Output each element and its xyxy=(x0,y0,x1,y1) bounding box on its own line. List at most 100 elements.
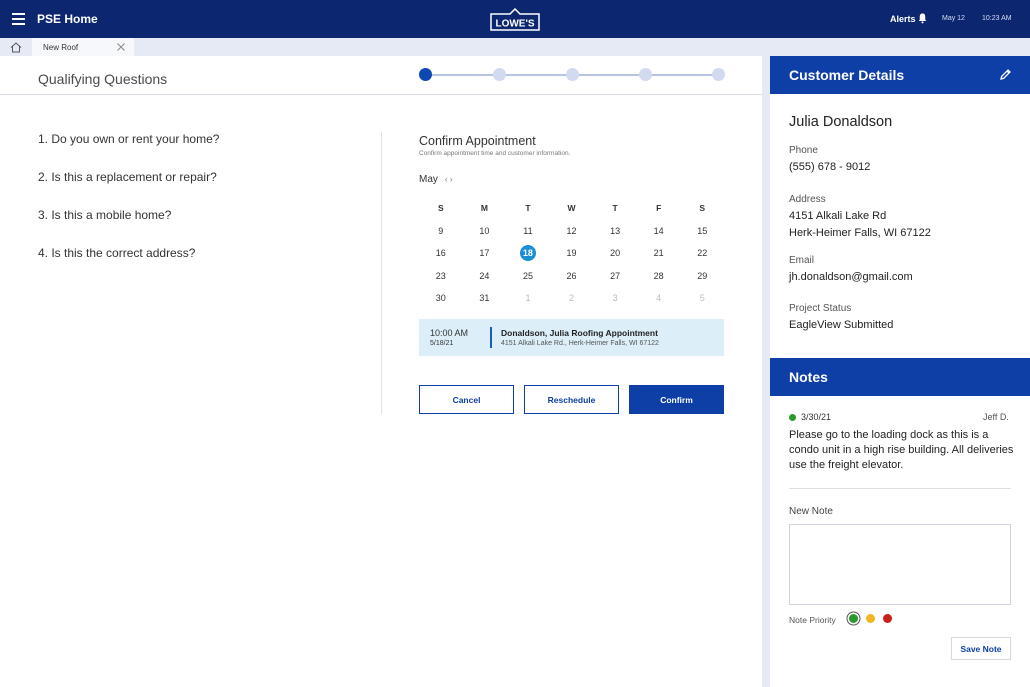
project-status-value: EagleView Submitted xyxy=(789,319,894,331)
calendar-day[interactable]: 20 xyxy=(593,242,637,265)
new-note-textarea[interactable] xyxy=(789,524,1011,605)
calendar-day[interactable]: 17 xyxy=(463,242,507,265)
tab-new-roof[interactable]: New Roof xyxy=(32,38,134,56)
customer-details-title: Customer Details xyxy=(789,67,905,83)
priority-red-radio[interactable] xyxy=(883,614,892,623)
calendar-day[interactable]: 29 xyxy=(680,265,724,288)
current-date: May 12 xyxy=(942,15,965,22)
appointment-card-accent xyxy=(490,327,492,348)
step-5-dot[interactable] xyxy=(712,68,725,81)
step-connector xyxy=(505,74,567,76)
calendar-week: 23 24 25 26 27 28 29 xyxy=(419,265,724,288)
calendar-week: 9 10 11 12 13 14 15 xyxy=(419,220,724,243)
step-3-dot[interactable] xyxy=(566,68,579,81)
phone-label: Phone xyxy=(789,145,818,156)
appointment-name: Donaldson, Julia Roofing Appointment xyxy=(501,328,658,338)
email-value[interactable]: jh.donaldson@gmail.com xyxy=(789,269,913,286)
appointment-time: 10:00 AM xyxy=(430,328,469,338)
weekday-label: M xyxy=(480,203,488,213)
appointment-address: 4151 Alkali Lake Rd., Herk-Heimer Falls,… xyxy=(501,340,659,347)
notes-divider xyxy=(789,488,1011,489)
home-tab[interactable] xyxy=(0,38,32,56)
address-line2: Herk-Heimer Falls, WI 67122 xyxy=(789,227,931,239)
calendar-day[interactable]: 10 xyxy=(463,220,507,243)
calendar-day[interactable]: 13 xyxy=(593,220,637,243)
weekday-label: S xyxy=(699,203,706,213)
confirm-appointment-panel: Confirm Appointment Confirm appointment … xyxy=(419,134,724,414)
weekday-label: W xyxy=(567,203,576,213)
page-title: Qualifying Questions xyxy=(38,71,168,87)
main-content: Qualifying Questions 1. Do you own or re… xyxy=(0,56,762,687)
phone-value[interactable]: (555) 678 - 9012 xyxy=(789,159,870,176)
calendar-day[interactable]: 16 xyxy=(419,242,463,265)
bell-icon[interactable] xyxy=(917,12,928,24)
calendar-day[interactable]: 11 xyxy=(506,220,550,243)
calendar-day[interactable]: 28 xyxy=(637,265,681,288)
question-item[interactable]: 3. Is this a mobile home? xyxy=(38,208,219,246)
weekday-label: S xyxy=(437,203,444,213)
calendar-day[interactable]: 19 xyxy=(550,242,594,265)
main-header: Qualifying Questions xyxy=(0,56,762,95)
calendar-day[interactable]: 27 xyxy=(593,265,637,288)
calendar-day[interactable]: 26 xyxy=(550,265,594,288)
question-item[interactable]: 2. Is this a replacement or repair? xyxy=(38,170,219,208)
note-priority-label: Note Priority xyxy=(789,615,836,625)
confirm-button[interactable]: Confirm xyxy=(629,385,724,414)
chevron-left-icon[interactable]: ‹ xyxy=(445,174,448,184)
calendar-day[interactable]: 23 xyxy=(419,265,463,288)
calendar-day[interactable]: 24 xyxy=(463,265,507,288)
step-connector xyxy=(578,74,640,76)
step-2-dot[interactable] xyxy=(493,68,506,81)
calendar-day[interactable]: 22 xyxy=(680,242,724,265)
weekday-header-row: S M T W T F S xyxy=(419,197,724,220)
notes-title: Notes xyxy=(789,369,828,385)
note-priority-dot xyxy=(789,414,796,421)
calendar-day[interactable]: 30 xyxy=(419,287,463,310)
app-title: PSE Home xyxy=(37,12,98,26)
customer-details-header: Customer Details xyxy=(770,56,1030,94)
step-connector xyxy=(651,74,713,76)
email-label: Email xyxy=(789,255,815,266)
calendar-day[interactable]: 31 xyxy=(463,287,507,310)
customer-side-panel: Customer Details Julia Donaldson Phone (… xyxy=(770,56,1030,687)
question-item[interactable]: 1. Do you own or rent your home? xyxy=(38,132,219,170)
weekday-label: F xyxy=(656,203,662,213)
hamburger-icon[interactable] xyxy=(12,13,25,25)
selected-day-label: 18 xyxy=(519,245,536,262)
customer-name: Julia Donaldson xyxy=(789,114,893,130)
reschedule-button[interactable]: Reschedule xyxy=(524,385,619,414)
appointment-date: 5/18/21 xyxy=(430,340,454,347)
alerts-label[interactable]: Alerts xyxy=(890,14,916,24)
calendar-day[interactable]: 14 xyxy=(637,220,681,243)
home-icon xyxy=(10,41,22,52)
calendar-day[interactable]: 25 xyxy=(506,265,550,288)
step-4-dot[interactable] xyxy=(639,68,652,81)
priority-green-radio[interactable] xyxy=(849,614,858,623)
month-label: May xyxy=(419,174,438,185)
calendar-day[interactable]: 9 xyxy=(419,220,463,243)
project-status-label: Project Status xyxy=(789,303,852,314)
close-icon[interactable] xyxy=(116,42,126,52)
current-time: 10:23 AM xyxy=(982,15,1012,22)
tab-label: New Roof xyxy=(43,43,79,52)
calendar-day-selected[interactable]: 18 xyxy=(506,242,550,265)
cancel-button[interactable]: Cancel xyxy=(419,385,514,414)
priority-yellow-radio[interactable] xyxy=(866,614,875,623)
note-text: Please go to the loading dock as this is… xyxy=(789,429,1014,471)
step-connector xyxy=(431,74,494,76)
calendar-day-next-month: 4 xyxy=(656,293,662,304)
calendar-day[interactable]: 15 xyxy=(680,220,724,243)
notes-header: Notes xyxy=(770,358,1030,396)
step-1-dot[interactable] xyxy=(419,68,432,81)
save-note-button[interactable]: Save Note xyxy=(951,637,1011,660)
calendar-day[interactable]: 12 xyxy=(550,220,594,243)
calendar-grid: S M T W T F S 9 10 11 12 13 14 15 16 17 … xyxy=(419,197,724,310)
question-item[interactable]: 4. Is this the correct address? xyxy=(38,246,219,284)
weekday-label: T xyxy=(612,203,618,213)
appointment-subtitle: Confirm appointment time and customer in… xyxy=(419,150,571,157)
appointment-card[interactable]: 10:00 AM 5/18/21 Donaldson, Julia Roofin… xyxy=(419,319,724,356)
top-bar: PSE Home LOWE'S Alerts May 12 10:23 AM xyxy=(0,0,1030,38)
chevron-right-icon[interactable]: › xyxy=(450,174,453,184)
pencil-icon[interactable] xyxy=(999,68,1012,81)
calendar-day[interactable]: 21 xyxy=(637,242,681,265)
